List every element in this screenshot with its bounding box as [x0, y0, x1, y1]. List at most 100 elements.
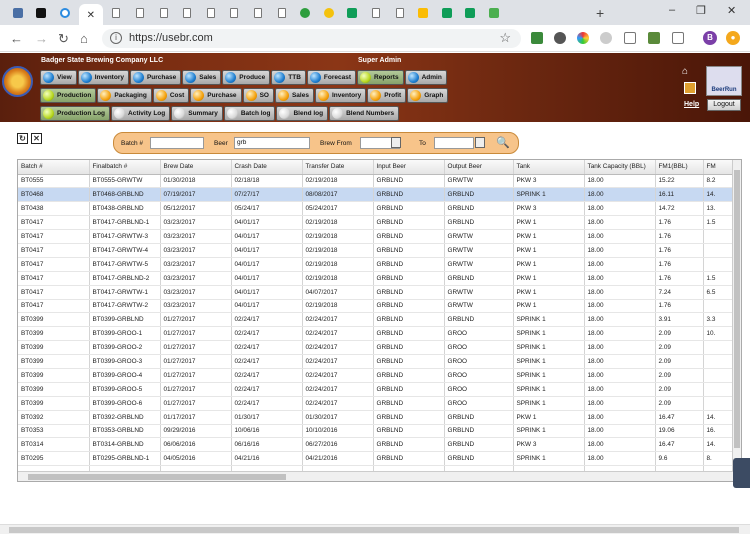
browser-tab[interactable]	[319, 4, 338, 21]
submenu-packaging[interactable]: Packaging	[97, 88, 152, 103]
submenu-purchase[interactable]: Purchase	[190, 88, 242, 103]
extension-icon[interactable]	[624, 32, 636, 44]
column-header[interactable]: Finalbatch #	[89, 160, 161, 175]
extension-icon[interactable]	[600, 32, 612, 44]
table-row[interactable]: BT0417 BT0417-GRWTW-3 03/23/2017 04/01/17 02…	[18, 229, 741, 244]
side-panel-tab[interactable]	[733, 458, 750, 488]
browser-tab[interactable]	[296, 4, 315, 21]
extension-icon[interactable]	[672, 32, 684, 44]
table-row[interactable]: BT0417 BT0417-GRWTW-4 03/23/2017 04/01/17 02…	[18, 243, 741, 258]
report-batch-log[interactable]: Batch log	[223, 106, 276, 121]
browser-tab[interactable]	[366, 4, 385, 21]
menu-view[interactable]: View	[40, 70, 77, 85]
site-info-icon[interactable]: i	[110, 32, 122, 44]
calendar-icon[interactable]	[391, 137, 401, 148]
search-icon[interactable]: 🔍	[496, 136, 510, 149]
column-header[interactable]: Brew Date	[160, 160, 232, 175]
report-blend-log[interactable]: Blend log	[276, 106, 329, 121]
submenu-cost[interactable]: Cost	[152, 88, 190, 103]
maximize-icon[interactable]: ❐	[696, 4, 706, 17]
menu-forecast[interactable]: Forecast	[306, 70, 357, 85]
browser-tab[interactable]	[484, 4, 503, 21]
browser-tab[interactable]	[248, 4, 267, 21]
table-row[interactable]: BT0468 BT0468-GRBLND 07/19/2017 07/27/17 08/…	[18, 187, 741, 203]
browser-tab[interactable]	[461, 4, 480, 21]
menu-sales[interactable]: Sales	[182, 70, 222, 85]
submenu-production[interactable]: Production	[40, 88, 97, 103]
menu-reports[interactable]: Reports	[357, 70, 404, 85]
export-excel-icon[interactable]: ✕	[31, 133, 42, 144]
table-row[interactable]: BT0399 BT0399-GROO-2 01/27/2017 02/24/17 02/…	[18, 340, 741, 356]
table-row[interactable]: BT0353 BT0353-GRBLND 09/29/2016 10/06/16 10/…	[18, 424, 741, 439]
beer-input[interactable]: grb	[234, 137, 310, 149]
table-row[interactable]: BT0399 BT0399-GROO-1 01/27/2017 02/24/17 02/…	[18, 326, 741, 342]
report-activity-log[interactable]: Activity Log	[111, 106, 171, 121]
browser-tab[interactable]	[437, 4, 456, 21]
extension-icon[interactable]	[554, 32, 566, 44]
page-horizontal-scrollbar[interactable]	[0, 524, 750, 534]
menu-purchase[interactable]: Purchase	[129, 70, 182, 85]
vertical-scrollbar[interactable]	[732, 160, 741, 472]
reload-icon[interactable]: ↻	[58, 31, 69, 47]
minimize-icon[interactable]: –	[669, 4, 675, 16]
table-row[interactable]: BT0417 BT0417-GRWTW-1 03/23/2017 04/01/17 04…	[18, 285, 741, 300]
extension-icon[interactable]	[648, 32, 660, 44]
column-header[interactable]: Crash Date	[231, 160, 303, 175]
table-row[interactable]: BT0555 BT0555-GRWTW 01/30/2018 02/18/18 02/1…	[18, 174, 741, 189]
submenu-profit[interactable]: Profit	[367, 88, 407, 103]
table-row[interactable]: BT0392 BT0392-GRBLND 01/17/2017 01/30/17 01/…	[18, 410, 741, 425]
submenu-so[interactable]: SO	[242, 88, 274, 103]
table-row[interactable]: BT0417 BT0417-GRWTW-5 03/23/2017 04/01/17 02…	[18, 257, 741, 272]
browser-tab[interactable]	[107, 4, 126, 21]
extension-icon[interactable]	[577, 32, 589, 44]
column-header[interactable]: Tank	[513, 160, 585, 175]
browser-tab[interactable]	[55, 4, 74, 21]
help-link[interactable]: Help	[684, 101, 699, 108]
to-date-input[interactable]	[434, 137, 474, 149]
column-header[interactable]: Tank Capacity (BBL)	[584, 160, 656, 175]
back-icon[interactable]: ←	[10, 31, 23, 46]
column-header[interactable]: FM1(BBL)	[655, 160, 704, 175]
table-row[interactable]: BT0399 BT0399-GROO-6 01/27/2017 02/24/17 02/…	[18, 396, 741, 411]
table-row[interactable]: BT0417 BT0417-GRWTW-2 03/23/2017 04/01/17 02…	[18, 299, 741, 314]
browser-tab[interactable]	[154, 4, 173, 21]
report-production-log[interactable]: Production Log	[40, 106, 111, 121]
report-summary[interactable]: Summary	[171, 106, 223, 121]
horizontal-scrollbar[interactable]	[18, 471, 734, 481]
address-bar[interactable]: i https://usebr.com ☆	[102, 29, 521, 48]
home-icon[interactable]: ⌂	[682, 66, 688, 77]
column-header[interactable]: Input Beer	[373, 160, 445, 175]
table-row[interactable]: BT0399 BT0399-GROO-3 01/27/2017 02/24/17 02/…	[18, 354, 741, 369]
apps-grid-icon[interactable]	[684, 82, 696, 94]
extension-icon[interactable]	[531, 32, 543, 44]
table-row[interactable]: BT0399 BT0399-GROO-5 01/27/2017 02/24/17 02/…	[18, 382, 741, 397]
submenu-graph[interactable]: Graph	[407, 88, 449, 103]
calendar-icon[interactable]	[475, 137, 485, 148]
active-tab[interactable]: ✕	[78, 4, 103, 25]
close-window-icon[interactable]: ✕	[727, 4, 736, 17]
browser-tab[interactable]	[343, 4, 362, 21]
browser-tab[interactable]	[130, 4, 149, 21]
menu-inventory[interactable]: Inventory	[77, 70, 129, 85]
browser-tab[interactable]	[225, 4, 244, 21]
batch-input[interactable]	[150, 137, 204, 149]
browser-tab[interactable]	[8, 4, 27, 21]
bookmark-star-icon[interactable]: ☆	[499, 30, 511, 46]
table-row[interactable]: BT0399 BT0399-GROO-4 01/27/2017 02/24/17 02/…	[18, 368, 741, 383]
profile-avatar[interactable]: B	[703, 31, 717, 45]
table-row[interactable]: BT0295 BT0295-GRBLND-1 04/05/2016 04/21/16 0…	[18, 451, 741, 467]
table-row[interactable]: BT0438 BT0438-GRBLND 05/12/2017 05/24/17 05/…	[18, 201, 741, 217]
table-row[interactable]: BT0314 BT0314-GRBLND 06/06/2016 06/16/16 06/…	[18, 437, 741, 453]
submenu-sales[interactable]: Sales	[274, 88, 314, 103]
browser-tab[interactable]	[390, 4, 409, 21]
column-header[interactable]: Batch #	[18, 160, 90, 175]
browser-tab[interactable]	[32, 4, 51, 21]
update-icon[interactable]: ●	[726, 31, 740, 45]
menu-ttb[interactable]: TTB	[271, 70, 306, 85]
table-row[interactable]: BT0417 BT0417-GRBLND-1 03/23/2017 04/01/17 0…	[18, 215, 741, 231]
new-tab-button[interactable]: +	[596, 5, 604, 21]
menu-admin[interactable]: Admin	[404, 70, 447, 85]
report-blend-numbers[interactable]: Blend Numbers	[329, 106, 400, 121]
close-icon[interactable]: ✕	[87, 10, 95, 21]
column-header[interactable]: Output Beer	[444, 160, 514, 175]
